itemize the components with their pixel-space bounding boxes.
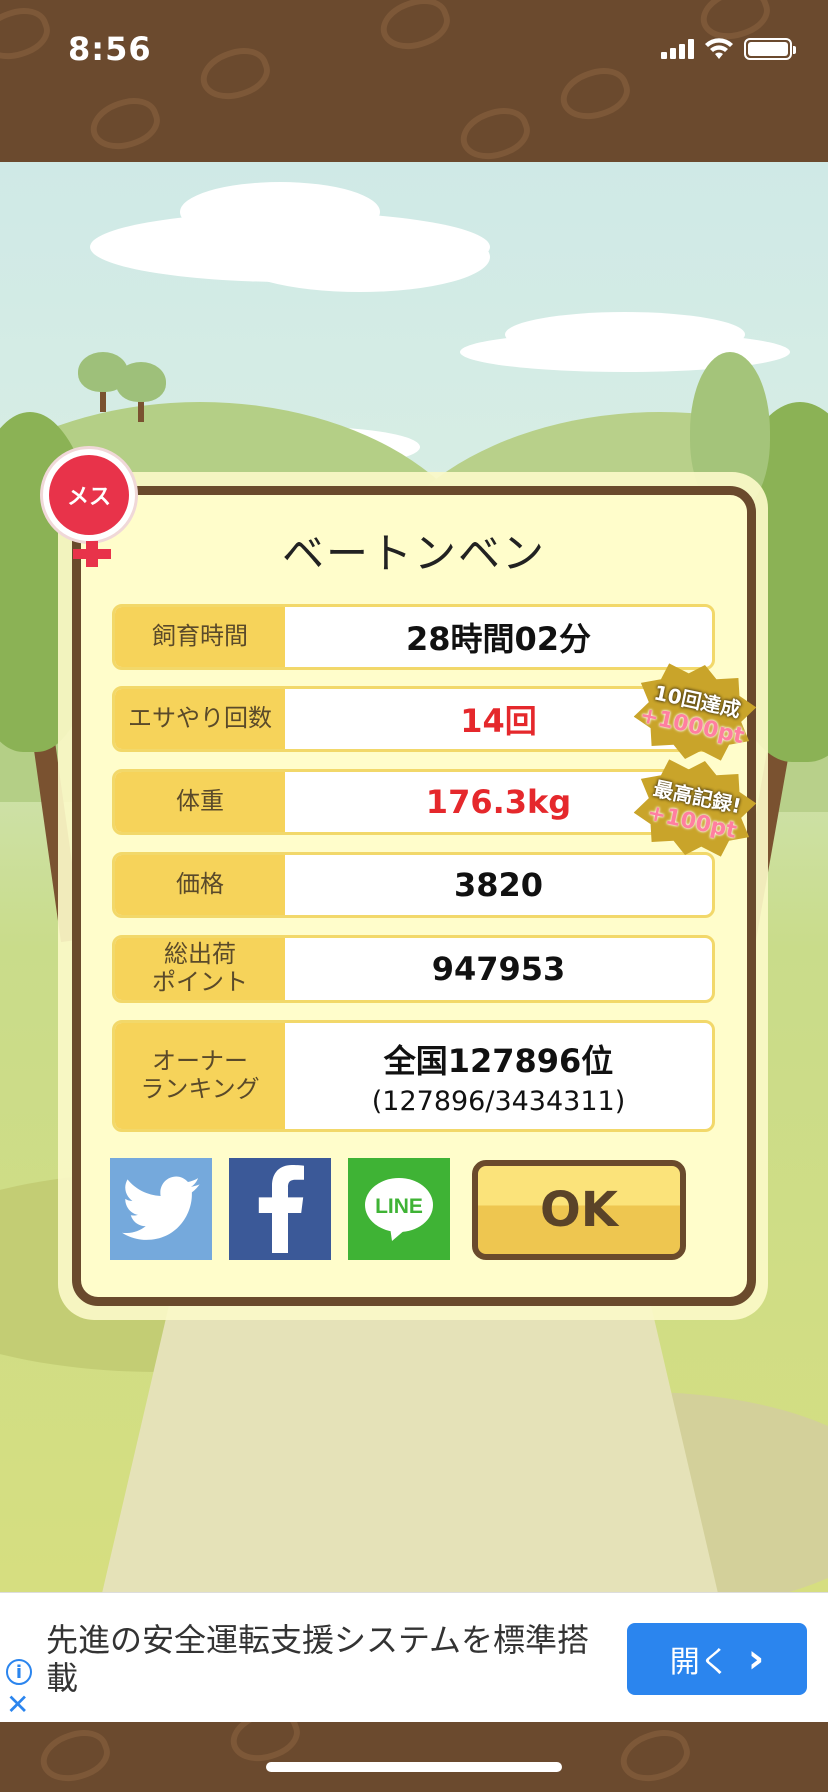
cloud (230, 222, 490, 292)
character-name: ベートンベン (281, 529, 546, 578)
stat-value: 3820 (453, 866, 544, 904)
stat-label: 体重 (115, 772, 285, 832)
dirt-path (100, 1282, 720, 1592)
close-icon[interactable]: ✕ (6, 1691, 29, 1719)
stat-label: 総出荷 ポイント (115, 938, 285, 1000)
ad-open-label: 開く (669, 1645, 730, 1680)
status-time: 8:56 (68, 30, 152, 68)
stat-value-group: 全国127896位 (127896/3434311) (285, 1023, 712, 1129)
stat-label: 価格 (115, 855, 285, 915)
sex-badge-label: メス (66, 479, 111, 511)
twitter-bird-icon (122, 1176, 200, 1240)
stat-value: 28時間02分 (405, 620, 592, 658)
facebook-share-button[interactable] (229, 1158, 331, 1260)
home-indicator[interactable] (266, 1762, 562, 1772)
stat-label: オーナー ランキング (115, 1023, 285, 1129)
line-share-button[interactable]: LINE (348, 1158, 450, 1260)
bean-pattern (453, 99, 537, 162)
line-app-icon: LINE (365, 1178, 433, 1241)
stat-row-price: 価格 3820 (112, 852, 715, 918)
stat-value: 947953 (431, 950, 566, 988)
ad-text[interactable]: 先進の安全運転支援システムを標準搭載 (46, 1621, 606, 1698)
footer-pattern-bar (0, 1722, 828, 1792)
wifi-icon (705, 38, 733, 59)
status-bar: 8:56 (0, 0, 828, 100)
stat-label: 飼育時間 (115, 607, 285, 667)
stat-label: エサやり回数 (115, 689, 285, 749)
cellular-signal-icon (661, 39, 694, 59)
ad-banner[interactable]: i ✕ 先進の安全運転支援システムを標準搭載 開く › (0, 1592, 828, 1722)
facebook-f-icon (258, 1165, 304, 1253)
line-logo-text: LINE (375, 1195, 423, 1218)
stat-row-raising-time: 飼育時間 28時間02分 (112, 604, 715, 670)
stat-row-feed-count: エサやり回数 14回 (112, 686, 715, 752)
female-symbol-icon: メス (40, 446, 138, 567)
ad-open-button[interactable]: 開く › (627, 1623, 807, 1695)
stat-row-owner-ranking: オーナー ランキング 全国127896位 (127896/3434311) (112, 1020, 715, 1132)
chevron-right-icon: › (747, 1636, 765, 1682)
ranking-detail: (127896/3434311) (371, 1085, 626, 1117)
stat-row-weight: 体重 176.3kg (112, 769, 715, 835)
cloud (505, 312, 745, 357)
tree (116, 362, 166, 402)
bean-pattern (613, 1722, 697, 1791)
status-icons (661, 38, 796, 60)
ranking-value: 全国127896位 (383, 1041, 614, 1080)
ok-button[interactable]: OK (472, 1160, 686, 1260)
twitter-share-button[interactable] (110, 1158, 212, 1260)
bean-pattern (33, 1722, 117, 1791)
info-icon[interactable]: i (6, 1659, 32, 1685)
stat-row-shipping-points: 総出荷 ポイント 947953 (112, 935, 715, 1003)
battery-icon (744, 38, 796, 60)
